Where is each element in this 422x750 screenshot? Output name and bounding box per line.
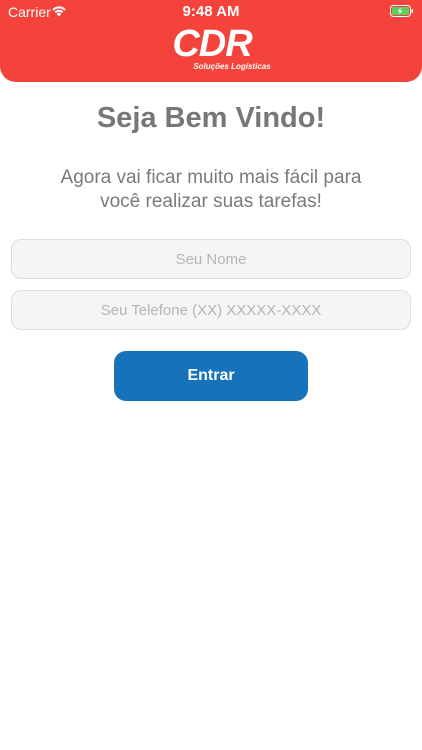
status-bar: Carrier 9:48 AM	[0, 0, 422, 22]
app-header: Carrier 9:48 AM CDR Soluções Logísticas	[0, 0, 422, 82]
phone-input[interactable]	[11, 290, 411, 330]
name-input[interactable]	[11, 239, 411, 279]
enter-button[interactable]: Entrar	[114, 351, 308, 401]
logo-tagline: Soluções Logísticas	[193, 62, 271, 71]
battery-charging-icon	[390, 5, 414, 17]
cdr-logo: CDR Soluções Logísticas	[134, 23, 290, 75]
status-time: 9:48 AM	[182, 3, 240, 20]
welcome-title: Seja Bem Vindo!	[96, 102, 326, 134]
welcome-subtitle: Agora vai ficar muito mais fácil para vo…	[60, 167, 362, 212]
logo-mark: CDR	[172, 23, 252, 65]
